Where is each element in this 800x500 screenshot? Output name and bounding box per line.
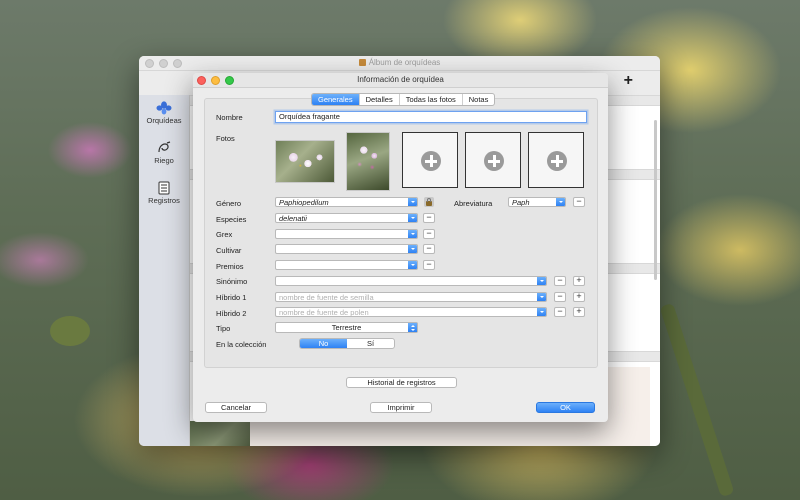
remove-hibrido2-button[interactable]: −	[554, 307, 566, 317]
cancel-button[interactable]: Cancelar	[205, 402, 267, 413]
premios-combo[interactable]	[275, 260, 418, 270]
add-photo-icon	[484, 151, 504, 171]
premios-label: Premios	[216, 262, 244, 271]
en-coleccion-si[interactable]: Sí	[347, 339, 394, 348]
sinonimo-combo[interactable]	[275, 276, 547, 286]
app-icon	[358, 59, 366, 66]
en-coleccion-label: En la colección	[216, 340, 267, 349]
tab-todas-las-fotos[interactable]: Todas las fotos	[400, 94, 463, 105]
chevron-down-icon[interactable]	[408, 198, 417, 206]
tab-notas[interactable]: Notas	[463, 94, 495, 105]
hibrido1-combo[interactable]: nombre de fuente de semilla	[275, 292, 547, 302]
main-window-title: Álbum de orquídeas	[139, 58, 660, 67]
tab-bar: Generales Detalles Todas las fotos Notas	[311, 93, 496, 106]
sidebar-item-label: Registros	[148, 196, 180, 205]
hibrido2-label: Híbrido 2	[216, 309, 247, 318]
remove-premios-button[interactable]: −	[423, 260, 435, 270]
remove-hibrido1-button[interactable]: −	[554, 292, 566, 302]
add-photo-icon	[421, 151, 441, 171]
remove-sinonimo-button[interactable]: −	[554, 276, 566, 286]
remove-especies-button[interactable]: −	[423, 213, 435, 223]
historial-button[interactable]: Historial de registros	[346, 377, 457, 388]
chevron-down-icon[interactable]	[537, 308, 546, 316]
add-photo-button[interactable]	[402, 132, 458, 188]
remove-cultivar-button[interactable]: −	[423, 244, 435, 254]
chevron-down-icon[interactable]	[408, 214, 417, 222]
add-photo-button[interactable]	[528, 132, 584, 188]
remove-abreviatura-button[interactable]: −	[573, 197, 585, 207]
main-titlebar: Álbum de orquídeas	[139, 56, 660, 71]
sidebar-item-riego[interactable]: Riego	[139, 135, 189, 175]
nombre-field[interactable]: Orquídea fragante	[275, 111, 587, 123]
lock-icon[interactable]	[424, 197, 434, 207]
tab-detalles[interactable]: Detalles	[360, 94, 400, 105]
tipo-label: Tipo	[216, 324, 231, 333]
cultivar-combo[interactable]	[275, 244, 418, 254]
watering-icon	[158, 141, 171, 153]
add-hibrido2-button[interactable]: +	[573, 307, 585, 317]
add-sinonimo-button[interactable]: +	[573, 276, 585, 286]
nombre-label: Nombre	[216, 113, 243, 122]
add-photo-icon	[547, 151, 567, 171]
en-coleccion-no[interactable]: No	[300, 339, 347, 348]
chevron-down-icon[interactable]	[408, 245, 417, 253]
add-hibrido1-button[interactable]: +	[573, 292, 585, 302]
sinonimo-label: Sinónimo	[216, 277, 248, 286]
abreviatura-label: Abreviatura	[454, 199, 493, 208]
remove-grex-button[interactable]: −	[423, 229, 435, 239]
grex-label: Grex	[216, 230, 233, 239]
fotos-label: Fotos	[216, 134, 235, 143]
chevron-down-icon[interactable]	[408, 261, 417, 269]
list-scrollbar[interactable]	[654, 120, 657, 280]
chevron-down-icon[interactable]	[556, 198, 565, 206]
dialog-titlebar: Información de orquídea	[193, 73, 608, 88]
tipo-value: Terrestre	[331, 323, 362, 332]
orchid-info-dialog: Información de orquídea Generales Detall…	[193, 73, 608, 422]
ok-button[interactable]: OK	[536, 402, 595, 413]
records-icon	[158, 181, 170, 195]
chevron-down-icon[interactable]	[537, 293, 546, 301]
hibrido2-placeholder: nombre de fuente de polen	[279, 308, 369, 317]
genero-combo[interactable]: Paphiopedilum	[275, 197, 418, 207]
genero-label: Género	[216, 199, 242, 208]
cultivar-label: Cultivar	[216, 246, 242, 255]
especies-label: Especies	[216, 215, 247, 224]
hibrido1-placeholder: nombre de fuente de semilla	[279, 293, 374, 302]
abreviatura-combo[interactable]: Paph	[508, 197, 566, 207]
add-orchid-button[interactable]: +	[624, 72, 633, 90]
dialog-title: Información de orquídea	[357, 75, 444, 84]
genero-value: Paphiopedilum	[279, 198, 329, 207]
sidebar-item-label: Riego	[154, 156, 174, 165]
tab-generales[interactable]: Generales	[312, 94, 360, 105]
hibrido1-label: Híbrido 1	[216, 293, 247, 302]
en-coleccion-segmented: No Sí	[299, 338, 395, 349]
especies-value: delenatii	[279, 214, 307, 223]
add-photo-button[interactable]	[465, 132, 521, 188]
grex-combo[interactable]	[275, 229, 418, 239]
chevron-down-icon[interactable]	[408, 230, 417, 238]
chevron-down-icon[interactable]	[537, 277, 546, 285]
sidebar-item-label: Orquídeas	[146, 116, 182, 125]
orchid-icon	[156, 101, 172, 115]
orchid-bud-decor	[50, 316, 90, 346]
sidebar: Orquídeas Riego Registros	[139, 95, 190, 446]
tipo-select[interactable]: Terrestre	[275, 322, 418, 333]
sidebar-item-orquideas[interactable]: Orquídeas	[139, 95, 189, 135]
main-window-title-text: Álbum de orquídeas	[368, 58, 441, 67]
hibrido2-combo[interactable]: nombre de fuente de polen	[275, 307, 547, 317]
print-button[interactable]: Imprimir	[370, 402, 432, 413]
sidebar-item-registros[interactable]: Registros	[139, 175, 189, 215]
abreviatura-value: Paph	[512, 198, 530, 207]
orchid-photo-1[interactable]	[275, 140, 335, 183]
orchid-photo-2[interactable]	[346, 132, 390, 191]
especies-combo[interactable]: delenatii	[275, 213, 418, 223]
list-item-thumbnail[interactable]	[190, 421, 250, 446]
updown-chevron-icon[interactable]	[408, 323, 417, 332]
